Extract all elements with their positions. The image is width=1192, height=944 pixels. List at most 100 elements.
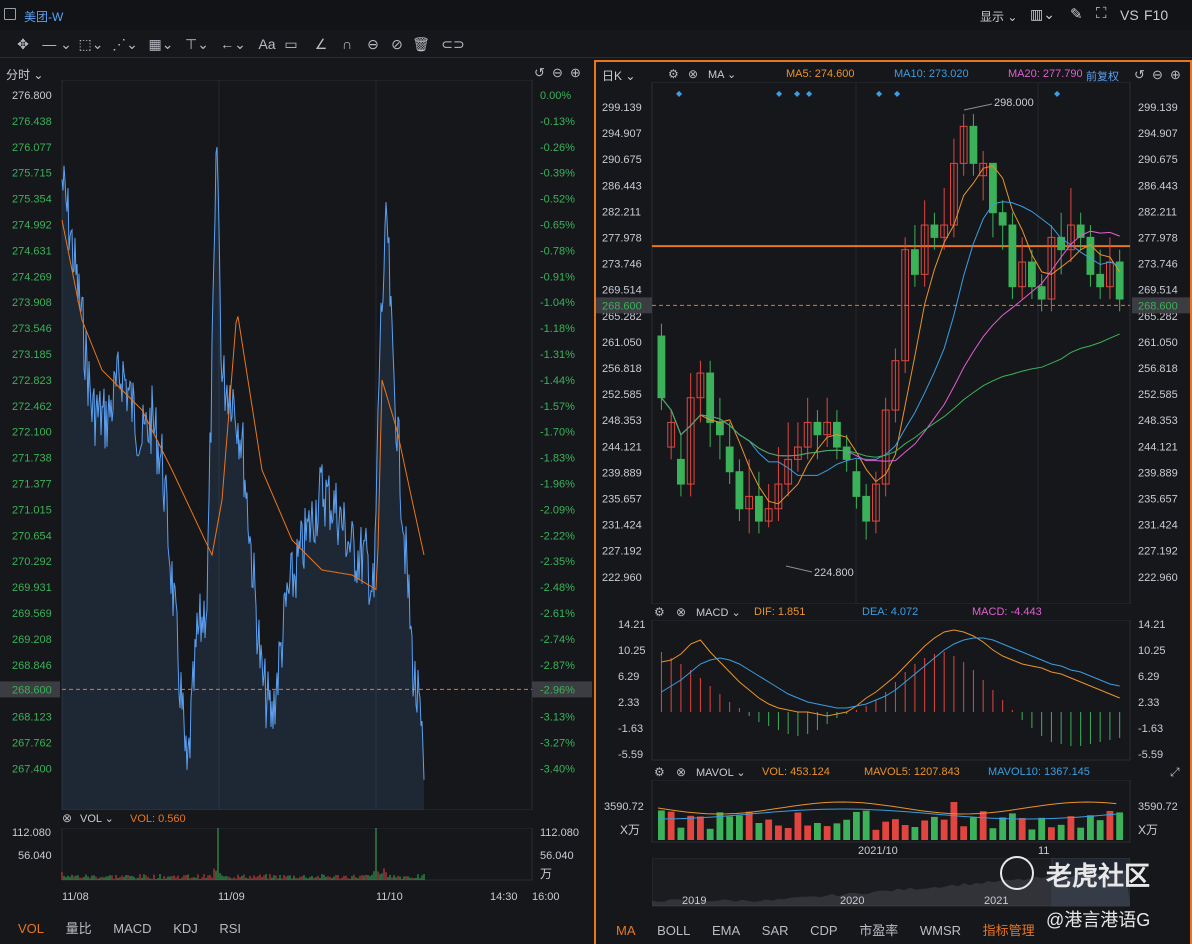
price-tick-label: 248.353 — [602, 415, 642, 427]
tab-ma[interactable]: MA — [616, 923, 636, 938]
zoom-in-icon[interactable]: ⊕ — [570, 65, 581, 81]
ruler-tool-icon[interactable]: ∠ — [308, 34, 334, 54]
volume-bar — [765, 819, 773, 840]
vol-close-icon[interactable]: ⊗ — [62, 811, 72, 825]
tab-macd[interactable]: MACD — [113, 921, 151, 936]
f10-button[interactable]: F10 — [1144, 7, 1168, 23]
price-tick-label: 268.846 — [12, 660, 52, 672]
sidebar-toggle-icon[interactable] — [4, 8, 16, 20]
mavol-unit-label: X万 — [1138, 823, 1158, 837]
price-tick-label: 272.100 — [12, 427, 52, 439]
level-tool-icon[interactable]: ⊤⌄ — [182, 34, 212, 54]
wave-tool-icon[interactable]: ⋰⌄ — [110, 34, 140, 54]
candle-body — [969, 125, 978, 164]
volume-bar — [833, 823, 841, 840]
zoom-out-icon[interactable]: ⊖ — [1152, 67, 1163, 83]
mavol-label[interactable]: MAVOL ⌄ — [696, 766, 746, 779]
candle-body — [706, 372, 715, 423]
tab-liangbi[interactable]: 量比 — [66, 921, 92, 936]
tab-wmsr[interactable]: WMSR — [920, 923, 961, 938]
text-tool-icon[interactable]: Aa — [254, 34, 280, 54]
macd-close-icon[interactable]: ⊗ — [676, 605, 686, 619]
rect-tool-icon[interactable]: ⬚⌄ — [76, 34, 106, 54]
price-tick-label: 273.746 — [602, 259, 642, 271]
volume-bar — [892, 819, 899, 840]
tab-ema[interactable]: EMA — [712, 923, 740, 938]
price-tick-label: 274.992 — [12, 220, 52, 232]
candle-body — [862, 495, 871, 522]
link-icon[interactable]: ⊂⊃ — [440, 34, 466, 54]
zoom-in-icon[interactable]: ⊕ — [1170, 67, 1181, 83]
close-ma-icon[interactable]: ⊗ — [688, 67, 698, 81]
candle-body — [716, 421, 724, 436]
pct-tick-label: -1.83% — [540, 453, 575, 465]
lock-drawing-icon[interactable]: ⊖ — [360, 34, 386, 54]
macd-tick-label: 14.21 — [618, 620, 646, 631]
macd-label[interactable]: MACD ⌄ — [696, 606, 741, 619]
tab-pe[interactable]: 市盈率 — [859, 923, 898, 938]
magnet-icon[interactable]: ∩ — [334, 34, 360, 54]
price-tick-label: 276.800 — [12, 90, 52, 102]
reset-icon[interactable]: ↺ — [1134, 67, 1145, 83]
mavol-close-icon[interactable]: ⊗ — [676, 765, 686, 779]
low-price-leader — [785, 565, 813, 573]
volume-bar — [989, 828, 997, 840]
ma-indicator-label[interactable]: MA ⌄ — [708, 68, 736, 81]
display-menu[interactable]: 显示 ⌄ — [980, 8, 1017, 25]
price-tick-label: 268.123 — [12, 712, 52, 724]
tab-rsi[interactable]: RSI — [219, 921, 241, 936]
layout-icon[interactable]: ▥⌄ — [1030, 6, 1055, 23]
line-tool-icon[interactable]: — ⌄ — [42, 34, 72, 54]
current-price-label: 268.600 — [12, 684, 52, 696]
event-marker-icon: ◆ — [794, 89, 801, 98]
macd-tick-label: 14.21 — [1138, 620, 1166, 631]
tab-boll[interactable]: BOLL — [657, 923, 690, 938]
fib-tool-icon[interactable]: ▦⌄ — [146, 34, 176, 54]
candle-body — [930, 224, 939, 238]
expand-icon[interactable]: ⤢ — [1170, 765, 1180, 780]
macd-settings-icon[interactable]: ⚙ — [654, 605, 665, 619]
comment-tool-icon[interactable]: ▭ — [278, 34, 304, 54]
macd-value: MACD: -4.443 — [972, 606, 1042, 618]
price-tick-label: 282.211 — [1138, 206, 1177, 218]
candle-body — [1028, 261, 1036, 288]
pct-tick-label: -0.39% — [540, 168, 575, 180]
tab-vol[interactable]: VOL — [18, 921, 44, 936]
macd-tick-label: 2.33 — [1138, 697, 1159, 709]
reset-icon[interactable]: ↺ — [534, 65, 545, 81]
price-tick-label: 239.889 — [1138, 467, 1178, 479]
fullscreen-icon[interactable]: ⛶ — [1096, 5, 1107, 22]
trash-icon[interactable]: 🗑 — [408, 34, 434, 54]
price-tick-label: 273.546 — [12, 323, 52, 335]
price-tick-label: 244.121 — [602, 441, 642, 453]
time-tick-label: 11/08 — [62, 891, 89, 903]
volume-bar — [706, 828, 714, 840]
vs-button[interactable]: VS — [1120, 7, 1139, 23]
tiger-logo-icon — [1000, 856, 1034, 890]
price-tick-label: 273.908 — [12, 297, 52, 309]
volume-bar — [911, 827, 919, 840]
kline-plot-frame — [651, 82, 1131, 604]
settings-icon[interactable]: ⚙ — [668, 67, 679, 81]
volume-bar — [853, 811, 860, 840]
candle-body — [911, 249, 919, 275]
hide-drawing-icon[interactable]: ⊘ — [384, 34, 410, 54]
tab-kdj[interactable]: KDJ — [173, 921, 198, 936]
pct-tick-label: -3.27% — [540, 738, 575, 750]
price-tick-label: 271.377 — [12, 479, 52, 491]
mavol-settings-icon[interactable]: ⚙ — [654, 765, 665, 779]
move-icon[interactable]: ✥ — [10, 34, 36, 54]
arrow-tool-icon[interactable]: ←⌄ — [218, 34, 248, 54]
zoom-out-icon[interactable]: ⊖ — [552, 65, 563, 81]
time-tick-label: 11/10 — [376, 891, 403, 903]
price-area — [62, 147, 424, 810]
vol-indicator-label[interactable]: VOL ⌄ — [80, 812, 114, 825]
price-tick-label: 256.818 — [1138, 363, 1178, 375]
tab-sar[interactable]: SAR — [762, 923, 789, 938]
pen-icon[interactable]: ✎ — [1070, 5, 1083, 23]
tab-cdp[interactable]: CDP — [810, 923, 837, 938]
price-tick-label: 299.139 — [1138, 102, 1178, 114]
macd-tick-label: -5.59 — [618, 749, 643, 761]
price-tick-label: 272.462 — [12, 401, 52, 413]
candle-body — [1057, 236, 1066, 251]
